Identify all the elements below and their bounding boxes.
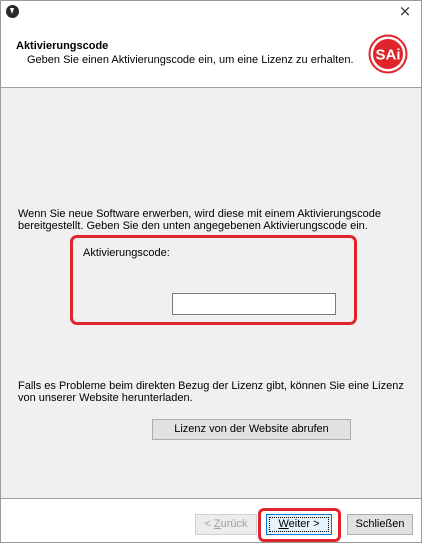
close-window-button[interactable]: × — [397, 3, 413, 19]
back-rest: urück — [220, 518, 248, 530]
activation-code-group: Aktivierungscode: — [70, 235, 357, 325]
intro-text: Wenn Sie neue Software erwerben, wird di… — [18, 208, 381, 232]
activation-code-input[interactable] — [172, 293, 336, 315]
get-license-from-website-button[interactable]: Lizenz von der Website abrufen — [152, 419, 351, 440]
page-title: Aktivierungscode — [16, 40, 109, 52]
page-subtitle: Geben Sie einen Aktivierungscode ein, um… — [27, 54, 354, 66]
sai-logo: SAi — [368, 34, 408, 74]
title-bar: × — [1, 1, 421, 23]
next-button[interactable]: Weiter > — [266, 514, 332, 535]
back-accel: Z — [213, 518, 221, 530]
activation-dialog: × Aktivierungscode Geben Sie einen Aktiv… — [0, 0, 422, 543]
back-button[interactable]: < Zurück — [195, 514, 257, 535]
activation-code-label: Aktivierungscode: — [83, 247, 170, 259]
wizard-header: Aktivierungscode Geben Sie einen Aktivie… — [1, 23, 421, 87]
logo-text: SAi — [375, 47, 400, 64]
next-accel: W — [278, 518, 289, 530]
footer-divider — [1, 498, 421, 499]
next-rest: eiter > — [288, 518, 320, 530]
problem-text: Falls es Probleme beim direkten Bezug de… — [18, 380, 404, 404]
back-prefix: < — [204, 518, 214, 530]
next-button-focus: Weiter > — [269, 517, 329, 532]
app-download-icon — [6, 5, 19, 18]
close-button[interactable]: Schließen — [347, 514, 413, 535]
